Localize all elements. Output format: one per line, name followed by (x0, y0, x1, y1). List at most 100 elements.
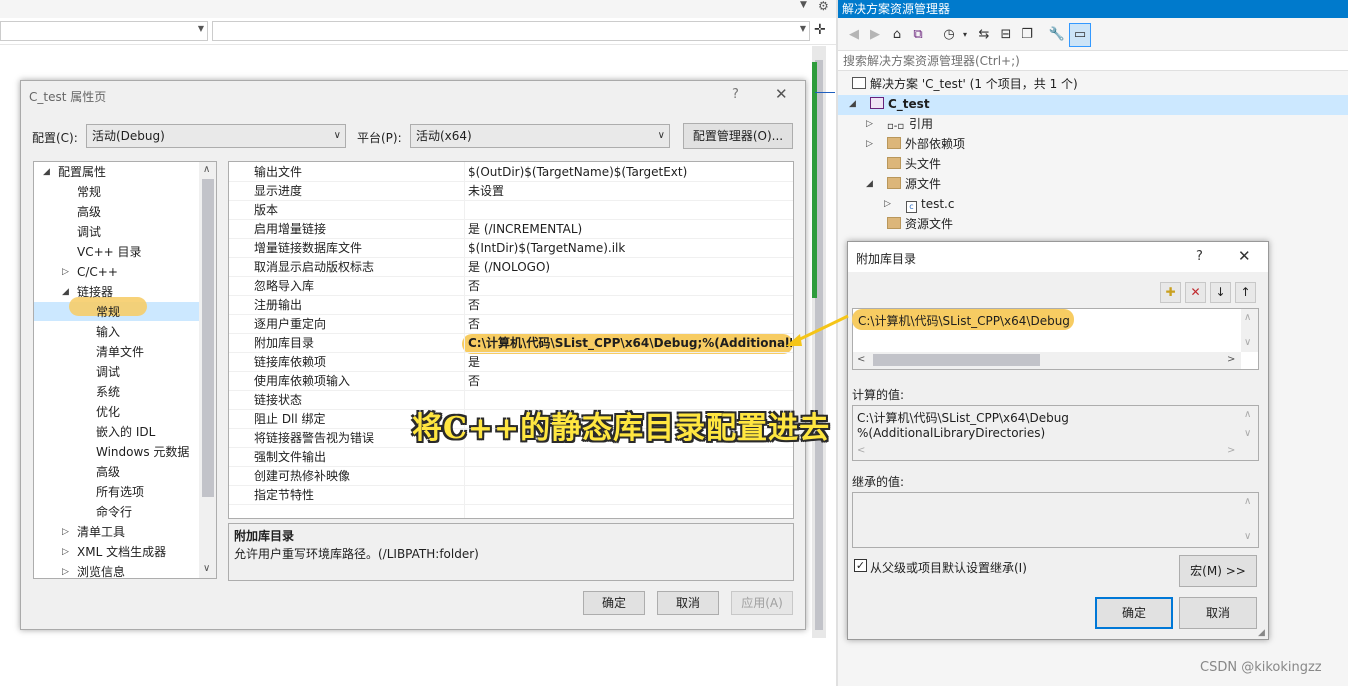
cancel-button[interactable]: 取消 (657, 591, 719, 615)
scroll-down-icon[interactable]: ∨ (1244, 337, 1251, 348)
delete-icon[interactable]: ✕ (1185, 282, 1206, 303)
config-select[interactable]: 活动(Debug) ∨ (86, 124, 346, 148)
tree-item[interactable]: 常规 (96, 302, 120, 322)
scroll-up-icon[interactable]: ∧ (203, 164, 210, 175)
scroll-up-icon[interactable]: ∧ (1244, 496, 1251, 507)
macro-button[interactable]: 宏(M) >> (1179, 555, 1257, 587)
tree-item[interactable]: 所有选项 (96, 482, 144, 502)
config-manager-button[interactable]: 配置管理器(O)... (683, 123, 793, 149)
close-icon[interactable]: ✕ (775, 85, 788, 103)
sync-icon[interactable]: ⇆ (975, 26, 993, 44)
scroll-right-icon[interactable]: > (1227, 354, 1235, 365)
inherit-checkbox[interactable]: ✓ (854, 559, 867, 572)
editor-navigation-combo[interactable]: ▼ (0, 21, 208, 41)
solution-node[interactable]: 解决方案 'C_test' (1 个项目，共 1 个) (852, 74, 1078, 94)
vs-switch-icon[interactable]: ⧉ (909, 26, 927, 44)
help-button[interactable]: ? (732, 87, 739, 102)
preview-icon[interactable]: ▭ (1071, 26, 1089, 44)
tree-item[interactable]: 高级 (77, 202, 101, 222)
gear-icon[interactable]: ⚙ (818, 0, 829, 13)
tree-item[interactable]: 高级 (96, 462, 120, 482)
header-files-node[interactable]: 头文件 (887, 154, 941, 174)
grid-row[interactable] (229, 296, 793, 315)
list-hscrollbar-thumb[interactable] (873, 354, 1040, 366)
collapsed-triangle-icon[interactable]: ▷ (62, 547, 69, 557)
home-icon[interactable]: ⌂ (888, 26, 906, 44)
collapsed-triangle-icon[interactable]: ▷ (62, 527, 69, 537)
project-node[interactable]: C_test (870, 94, 930, 114)
test-c-node[interactable]: c test.c (906, 194, 954, 214)
tree-item[interactable]: 系统 (96, 382, 120, 402)
help-button[interactable]: ? (1196, 249, 1203, 264)
inherit-checkbox-label[interactable]: 从父级或项目默认设置继承(I) (870, 559, 1027, 576)
platform-select[interactable]: 活动(x64) ∨ (410, 124, 670, 148)
tree-item[interactable]: C/C++ (77, 262, 118, 282)
tree-item[interactable]: 清单工具 (77, 522, 125, 542)
collapsed-triangle-icon[interactable]: ▷ (866, 139, 873, 149)
source-files-node[interactable]: 源文件 (887, 174, 941, 194)
cancel-button[interactable]: 取消 (1179, 597, 1257, 629)
collapsed-triangle-icon[interactable]: ▷ (62, 267, 69, 277)
back-icon[interactable]: ◀ (845, 26, 863, 44)
copy-icon[interactable]: ❐ (1018, 26, 1036, 44)
tree-item[interactable]: 优化 (96, 402, 120, 422)
expanded-triangle-icon[interactable]: ◢ (849, 99, 856, 109)
editor-member-combo[interactable]: ▼ (212, 21, 810, 41)
tree-scrollbar-thumb[interactable] (202, 179, 214, 497)
grid-property-value[interactable]: $(IntDir)$(TargetName).ilk (468, 239, 625, 258)
scroll-right-icon[interactable]: > (1227, 445, 1235, 456)
tree-item[interactable]: 调试 (77, 222, 101, 242)
collapsed-triangle-icon[interactable]: ▷ (866, 119, 873, 129)
grid-row[interactable] (229, 182, 793, 201)
scroll-down-icon[interactable]: ∨ (1244, 531, 1251, 542)
collapse-icon[interactable]: ⊟ (997, 26, 1015, 44)
grid-property-value[interactable]: 是 (468, 353, 480, 372)
tree-item[interactable]: 调试 (96, 362, 120, 382)
tree-item[interactable]: XML 文档生成器 (77, 542, 166, 562)
grid-property-value[interactable]: 否 (468, 315, 480, 334)
grid-property-value[interactable]: 是 (/INCREMENTAL) (468, 220, 582, 239)
scroll-down-icon[interactable]: ∨ (1244, 428, 1251, 439)
expanded-triangle-icon[interactable]: ◢ (866, 179, 873, 189)
grid-property-value[interactable]: 未设置 (468, 182, 504, 201)
wrench-icon[interactable]: 🔧 (1048, 26, 1066, 44)
tree-item[interactable]: Windows 元数据 (96, 442, 189, 462)
close-icon[interactable]: ✕ (1238, 247, 1251, 265)
ok-button[interactable]: 确定 (583, 591, 645, 615)
grid-property-value[interactable]: 否 (468, 372, 480, 391)
tree-item[interactable]: 输入 (96, 322, 120, 342)
tree-item[interactable]: 清单文件 (96, 342, 144, 362)
references-node[interactable]: ▫-▫ 引用 (887, 114, 933, 134)
move-down-icon[interactable]: ↓ (1210, 282, 1231, 303)
resource-files-node[interactable]: 资源文件 (887, 214, 953, 234)
scroll-down-icon[interactable]: ∨ (203, 563, 210, 574)
tree-item[interactable]: 常规 (77, 182, 101, 202)
lib-dir-entry[interactable]: C:\计算机\代码\SList_CPP\x64\Debug (858, 312, 1070, 329)
grid-property-value[interactable]: $(OutDir)$(TargetName)$(TargetExt) (468, 163, 687, 182)
grid-row[interactable] (229, 201, 793, 220)
tree-item[interactable]: VC++ 目录 (77, 242, 142, 262)
ok-button[interactable]: 确定 (1095, 597, 1173, 629)
expanded-triangle-icon[interactable]: ◢ (62, 287, 69, 297)
expanded-triangle-icon[interactable]: ◢ (43, 167, 50, 177)
move-up-icon[interactable]: ↑ (1235, 282, 1256, 303)
scroll-up-icon[interactable]: ∧ (1244, 312, 1251, 323)
scroll-left-icon[interactable]: < (857, 445, 865, 456)
tree-item[interactable]: 嵌入的 IDL (96, 422, 155, 442)
grid-property-value[interactable]: C:\计算机\代码\SList_CPP\x64\Debug;%(Addition… (468, 334, 792, 353)
resize-grip-icon[interactable]: ◢ (1258, 628, 1265, 638)
tree-item[interactable]: 配置属性 (58, 162, 106, 182)
dropdown-arrow-icon[interactable]: ▼ (800, 0, 814, 16)
solution-search-input[interactable]: 搜索解决方案资源管理器(Ctrl+;) (838, 50, 1348, 71)
grid-property-value[interactable]: 是 (/NOLOGO) (468, 258, 550, 277)
scroll-up-icon[interactable]: ∧ (1244, 409, 1251, 420)
grid-property-value[interactable]: 否 (468, 296, 480, 315)
chevron-down-icon[interactable]: ▾ (956, 26, 974, 44)
tree-item[interactable]: 链接器 (77, 282, 113, 302)
split-editor-icon[interactable]: ✛ (814, 22, 826, 38)
new-folder-icon[interactable]: ✚ (1160, 282, 1181, 303)
apply-button[interactable]: 应用(A) (731, 591, 793, 615)
grid-property-value[interactable]: 否 (468, 277, 480, 296)
tree-item[interactable]: 浏览信息 (77, 562, 125, 582)
forward-icon[interactable]: ▶ (866, 26, 884, 44)
